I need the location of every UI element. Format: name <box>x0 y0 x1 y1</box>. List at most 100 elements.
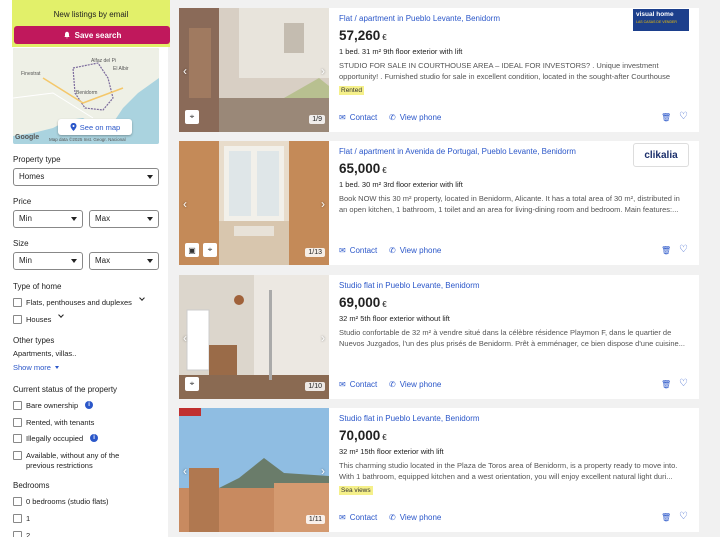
type-houses-option[interactable]: Houses <box>13 312 65 324</box>
bedrooms-1[interactable]: 1 <box>13 514 30 523</box>
size-min-select[interactable]: Min <box>13 252 83 270</box>
chevron-left-icon[interactable]: ‹ <box>183 464 187 478</box>
info-icon[interactable]: i <box>90 434 99 442</box>
listing-description[interactable]: STUDIO FOR SALE IN COURTHOUSE AREA – IDE… <box>339 60 689 82</box>
listing-card[interactable]: ‹ › 1/11 Studio flat in Pueblo Levante, … <box>179 408 699 532</box>
size-max-select[interactable]: Max <box>89 252 159 270</box>
listing-title[interactable]: Flat / apartment in Avenida de Portugal,… <box>339 147 576 156</box>
price-value: 70,000 <box>339 428 381 443</box>
chevron-left-icon[interactable]: ‹ <box>183 331 187 345</box>
listing-details: 32 m² 15th floor exterior with lift <box>339 447 444 456</box>
listing-card[interactable]: ‹ › ▣ ⌖ 1/13 Flat / apartment in Avenida… <box>179 141 699 265</box>
listing-price: 57,260 € <box>339 28 387 43</box>
view-phone-button[interactable]: ✆ View phone <box>389 380 441 389</box>
map-pin-button[interactable]: ⌖ <box>203 243 217 257</box>
listing-tag: Sea views <box>339 486 373 495</box>
trash-icon[interactable]: 🗑 <box>661 513 671 522</box>
listing-description[interactable]: Studio confortable de 32 m² à vendre sit… <box>339 327 689 349</box>
info-icon[interactable]: i <box>85 401 94 409</box>
google-logo: Google <box>15 134 40 141</box>
status-bare-ownership[interactable]: Bare ownership i <box>13 401 94 410</box>
agency-logo[interactable]: visual home LAS CASAS DE VENDER <box>633 9 689 31</box>
heart-icon[interactable]: ♡ <box>679 511 688 522</box>
checkbox[interactable] <box>13 418 22 427</box>
chat-icon: ✉ <box>339 513 346 522</box>
chevron-right-icon[interactable]: › <box>321 197 325 211</box>
chat-icon: ✉ <box>339 380 346 389</box>
trash-icon[interactable]: 🗑 <box>661 380 671 389</box>
price-value: 69,000 <box>339 295 381 310</box>
contact-button[interactable]: ✉ Contact <box>339 380 377 389</box>
caret-down-icon <box>71 259 77 263</box>
room-photo <box>179 275 329 399</box>
listing-photo[interactable]: ‹ › ⌖ 1/10 <box>179 275 329 399</box>
price-max-select[interactable]: Max <box>89 210 159 228</box>
chevron-right-icon[interactable]: › <box>321 331 325 345</box>
trash-icon[interactable]: 🗑 <box>661 246 671 255</box>
listing-photo[interactable]: ‹ › ⌖ 1/9 <box>179 8 329 132</box>
chevron-left-icon[interactable]: ‹ <box>183 197 187 211</box>
view-phone-button[interactable]: ✆ View phone <box>389 246 441 255</box>
price-max-value: Max <box>95 214 111 223</box>
heart-icon[interactable]: ♡ <box>679 111 688 122</box>
status-available[interactable]: Available, without any of the previous r… <box>13 451 143 471</box>
price-min-select[interactable]: Min <box>13 210 83 228</box>
listing-body: Studio flat in Pueblo Levante, Benidorm … <box>339 408 691 532</box>
caret-down-icon <box>71 217 77 221</box>
map-attribution: Map data ©2025 Inst. Geogr. Nacional <box>49 137 126 142</box>
show-more-link[interactable]: Show more <box>13 363 59 372</box>
view-phone-button[interactable]: ✆ View phone <box>389 113 441 122</box>
caret-down-icon <box>147 259 153 263</box>
contact-button[interactable]: ✉ Contact <box>339 246 377 255</box>
trash-icon[interactable]: 🗑 <box>661 113 671 122</box>
save-search-button[interactable]: Save search <box>14 26 170 44</box>
heart-icon[interactable]: ♡ <box>679 378 688 389</box>
type-flats-option[interactable]: Flats, penthouses and duplexes <box>13 295 145 307</box>
view-phone-button[interactable]: ✆ View phone <box>389 513 441 522</box>
status-illegally-occupied[interactable]: Illegally occupied i <box>13 434 99 443</box>
chevron-right-icon[interactable]: › <box>321 64 325 78</box>
listing-photo[interactable]: ‹ › 1/11 <box>179 408 329 532</box>
heart-icon[interactable]: ♡ <box>679 244 688 255</box>
listing-description[interactable]: This charming studio located in the Plaz… <box>339 460 689 482</box>
bedrooms-2[interactable]: 2 <box>13 531 30 537</box>
listing-description[interactable]: Book NOW this 30 m² property, located in… <box>339 193 689 215</box>
listing-card[interactable]: ‹ › ⌖ 1/10 Studio flat in Pueblo Levante… <box>179 275 699 399</box>
checkbox[interactable] <box>13 497 22 506</box>
map-pin-button[interactable]: ⌖ <box>185 377 199 391</box>
phone-icon: ✆ <box>389 380 396 389</box>
see-on-map-button[interactable]: See on map <box>58 119 132 135</box>
listing-photo[interactable]: ‹ › ▣ ⌖ 1/13 <box>179 141 329 265</box>
listing-tag: Rented <box>339 86 364 95</box>
bedrooms-0[interactable]: 0 bedrooms (studio flats) <box>13 497 109 506</box>
chevron-right-icon[interactable]: › <box>321 464 325 478</box>
listing-price: 65,000 € <box>339 161 387 176</box>
checkbox[interactable] <box>13 514 22 523</box>
chevron-left-icon[interactable]: ‹ <box>183 64 187 78</box>
checkbox[interactable] <box>13 451 22 460</box>
status-rented[interactable]: Rented, with tenants <box>13 418 94 427</box>
map-label: Benidorm <box>76 90 98 96</box>
listing-title[interactable]: Studio flat in Pueblo Levante, Benidorm <box>339 414 480 423</box>
listing-card[interactable]: ‹ › ⌖ 1/9 Flat / apartment in Pueblo Lev… <box>179 8 699 132</box>
checkbox[interactable] <box>13 298 22 307</box>
listing-title[interactable]: Studio flat in Pueblo Levante, Benidorm <box>339 281 480 290</box>
contact-button[interactable]: ✉ Contact <box>339 513 377 522</box>
checkbox[interactable] <box>13 434 22 443</box>
checkbox[interactable] <box>13 531 22 537</box>
chevron-down-icon[interactable] <box>139 295 145 301</box>
listing-title[interactable]: Flat / apartment in Pueblo Levante, Beni… <box>339 14 500 23</box>
price-min-value: Min <box>19 214 32 223</box>
checkbox[interactable] <box>13 315 22 324</box>
map-preview[interactable]: Alfaz del Pi El Albir Finestrat Benidorm… <box>13 48 159 144</box>
contact-button[interactable]: ✉ Contact <box>339 113 377 122</box>
agency-logo[interactable]: clikalia <box>633 143 689 167</box>
chevron-down-icon[interactable] <box>58 312 65 318</box>
map-pin-button[interactable]: ⌖ <box>185 110 199 124</box>
property-type-select[interactable]: Homes <box>13 168 159 186</box>
size-min-value: Min <box>19 256 32 265</box>
floorplan-button[interactable]: ▣ <box>185 243 199 257</box>
checkbox[interactable] <box>13 401 22 410</box>
chat-icon: ✉ <box>339 113 346 122</box>
other-types-label: Other types <box>13 336 55 345</box>
